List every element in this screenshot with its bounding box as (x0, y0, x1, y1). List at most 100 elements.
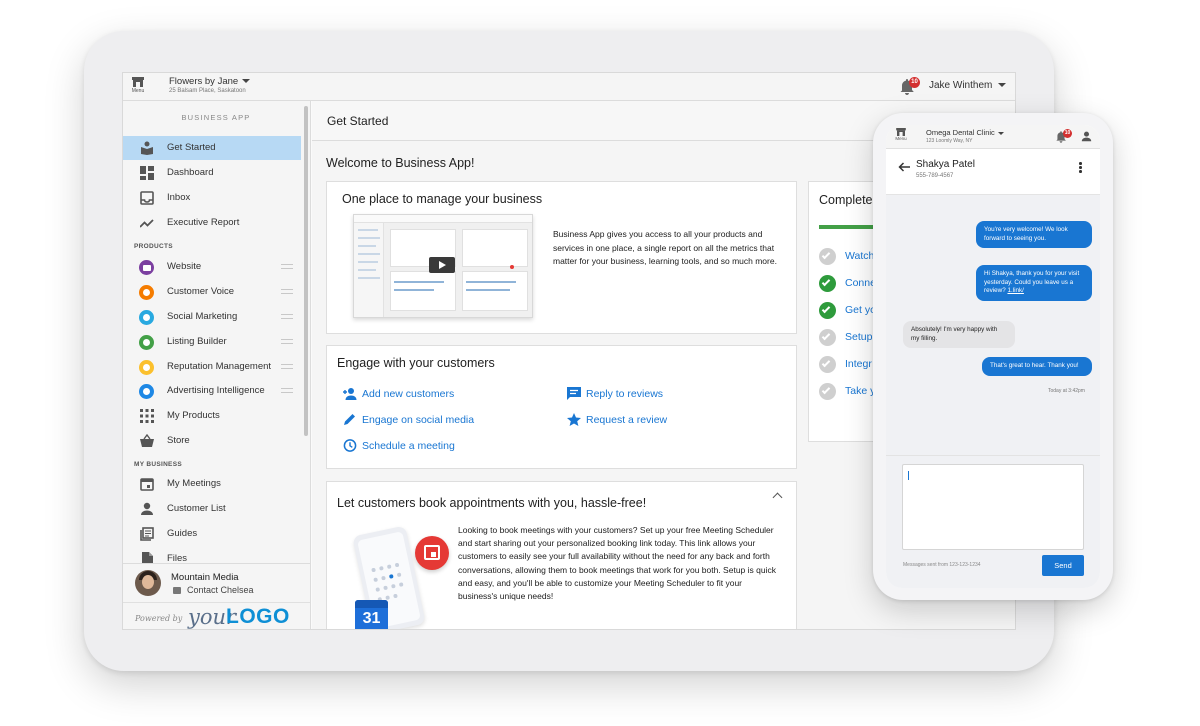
scrollbar-thumb[interactable] (304, 106, 308, 436)
avatar[interactable] (135, 570, 161, 596)
checkmark-icon (819, 329, 836, 346)
engage-customers-card: Engage with your customers Add new custo… (326, 345, 797, 469)
message-bubble: You're very welcome! We look forward to … (976, 221, 1092, 248)
drag-handle-icon[interactable] (281, 289, 293, 294)
text-cursor (908, 471, 909, 480)
sidebar-item-label: Executive Report (167, 217, 240, 228)
star-icon (567, 413, 581, 426)
action-label: Reply to reviews (586, 388, 664, 400)
sidebar-item-customer-voice[interactable]: Customer Voice (123, 280, 301, 304)
customer-voice-product-icon (139, 285, 154, 300)
sidebar-item-advertising-intelligence[interactable]: Advertising Intelligence (123, 379, 301, 403)
my-business-heading: MY BUSINESS (134, 461, 182, 468)
sidebar-title: BUSINESS APP (181, 113, 251, 122)
inbox-icon (140, 191, 154, 205)
task-label: Get yo (845, 304, 876, 316)
contact-link[interactable]: Contact Chelsea (173, 585, 254, 595)
website-product-icon (139, 260, 154, 275)
add-person-icon (343, 388, 357, 400)
compose-area: Messages sent from 123-123-1234 Send (886, 455, 1100, 588)
sidebar-item-executive-report[interactable]: Executive Report (123, 211, 301, 235)
message-timestamp: Today at 3:42pm (1048, 388, 1085, 394)
phone-top-bar: Menu Omega Dental Clinic 123 Loomly Way,… (886, 125, 1100, 149)
person-icon (141, 502, 153, 515)
sidebar-item-label: Advertising Intelligence (167, 385, 265, 396)
back-arrow-icon[interactable] (898, 162, 910, 172)
store-icon (896, 128, 906, 136)
business-switcher[interactable]: Flowers by Jane (169, 76, 251, 87)
logo-text: LOGO (226, 605, 290, 628)
dashboard-icon (140, 166, 154, 180)
card-title: Let customers book appointments with you… (337, 496, 647, 510)
business-address: 123 Loomly Way, NY (926, 138, 973, 144)
powered-by-label: Powered by (135, 614, 183, 623)
drag-handle-icon[interactable] (281, 364, 293, 369)
sidebar-item-my-meetings[interactable]: My Meetings (123, 472, 301, 496)
sidebar-item-label: Website (167, 261, 202, 272)
clock-icon (343, 439, 357, 452)
notifications-button[interactable]: 10 (1056, 129, 1072, 143)
drag-handle-icon[interactable] (281, 339, 293, 344)
conversation-header: Shakya Patel 555-789-4567 (886, 149, 1100, 195)
drag-handle-icon[interactable] (281, 264, 293, 269)
book-icon (141, 141, 153, 155)
action-label: Request a review (586, 414, 668, 426)
send-button[interactable]: Send (1042, 555, 1084, 576)
checkmark-icon (819, 383, 836, 400)
account-icon[interactable] (1081, 131, 1092, 142)
sidebar-item-listing-builder[interactable]: Listing Builder (123, 330, 301, 354)
sent-from-note: Messages sent from 123-123-1234 (903, 562, 981, 568)
phone-screen: Menu Omega Dental Clinic 123 Loomly Way,… (886, 125, 1100, 588)
sidebar-item-my-products[interactable]: My Products (123, 404, 301, 428)
user-menu[interactable]: Jake Winthem (929, 80, 1007, 91)
more-options-icon[interactable] (1079, 162, 1082, 173)
top-bar: Menu Flowers by Jane 25 Balsam Place, Sa… (123, 73, 1015, 101)
welcome-heading: Welcome to Business App! (326, 156, 475, 170)
drag-handle-icon[interactable] (281, 314, 293, 319)
message-bubble: That's great to hear. Thank you! (982, 357, 1092, 376)
action-label: Add new customers (362, 388, 455, 400)
card-description: Business App gives you access to all you… (553, 229, 777, 266)
video-thumbnail[interactable] (353, 214, 533, 318)
play-icon[interactable] (429, 257, 455, 273)
partner-name: Mountain Media (171, 572, 239, 583)
menu-label: Menu (131, 88, 145, 94)
page-title: Get Started (327, 114, 389, 128)
message-input[interactable] (902, 464, 1084, 550)
sidebar-item-label: Guides (167, 528, 198, 539)
sidebar-item-website[interactable]: Website (123, 255, 301, 279)
review-link[interactable]: 1.link/ (1007, 287, 1023, 294)
advertising-intelligence-product-icon (139, 384, 154, 399)
sidebar-scrollbar[interactable] (303, 101, 309, 526)
menu-button[interactable]: Menu (127, 75, 149, 99)
sidebar-item-reputation-management[interactable]: Reputation Management (123, 355, 301, 379)
comment-icon (567, 387, 581, 400)
drag-handle-icon[interactable] (281, 388, 293, 393)
sidebar-item-get-started[interactable]: Get Started (123, 136, 301, 160)
products-heading: PRODUCTS (134, 243, 173, 250)
basket-icon (140, 434, 154, 447)
sidebar-item-label: Listing Builder (167, 336, 227, 347)
business-switcher[interactable]: Omega Dental Clinic (926, 128, 1004, 137)
menu-button[interactable]: Menu (893, 128, 909, 141)
listing-builder-product-icon (139, 335, 154, 350)
checkmark-icon (819, 275, 836, 292)
sidebar-item-customer-list[interactable]: Customer List (123, 497, 301, 521)
sidebar-item-label: Customer List (167, 503, 226, 514)
message-bubble: Absolutely! I'm very happy with my filli… (903, 321, 1015, 348)
user-name: Jake Winthem (929, 80, 993, 91)
sidebar-item-guides[interactable]: Guides (123, 522, 301, 546)
task-label: Conne (845, 277, 876, 289)
sidebar-item-inbox[interactable]: Inbox (123, 186, 301, 210)
sidebar-item-store[interactable]: Store (123, 429, 301, 453)
sidebar-item-social-marketing[interactable]: Social Marketing (123, 305, 301, 329)
task-label: Take y (845, 385, 876, 397)
caret-down-icon (242, 79, 251, 84)
sidebar-item-dashboard[interactable]: Dashboard (123, 161, 301, 185)
chevron-up-icon[interactable] (772, 492, 783, 503)
checkmark-icon (819, 248, 836, 265)
notifications-button[interactable]: 10 (900, 77, 920, 95)
stage: Menu Flowers by Jane 25 Balsam Place, Sa… (0, 0, 1200, 726)
sidebar-item-label: Inbox (167, 192, 191, 203)
business-name: Omega Dental Clinic (926, 128, 995, 137)
